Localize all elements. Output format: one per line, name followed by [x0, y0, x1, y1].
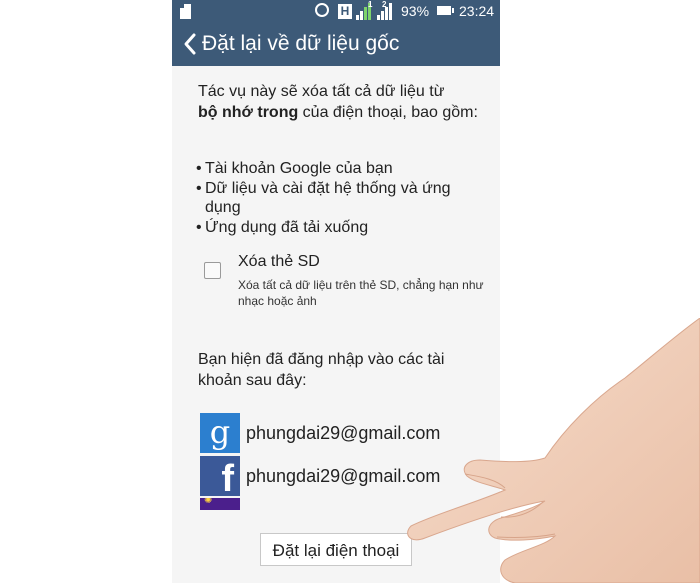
battery-icon [437, 6, 454, 15]
reset-phone-button[interactable]: Đặt lại điện thoại [260, 533, 412, 566]
erase-sd-title: Xóa thẻ SD [238, 253, 320, 270]
google-icon: g [200, 413, 240, 453]
erase-list: Tài khoản Google của bạn Dữ liệu và cài … [196, 159, 486, 237]
yahoo-icon: ✺ [200, 498, 240, 510]
sim2-number: 2 [382, 0, 387, 9]
page-title: Đặt lại về dữ liệu gốc [202, 32, 400, 55]
list-item: Dữ liệu và cài đặt hệ thống và ứng dụng [196, 179, 486, 218]
network-type-badge: H [338, 4, 352, 19]
clock: 23:24 [459, 3, 495, 19]
erase-sd-subtitle: Xóa tất cả dữ liệu trên thẻ SD, chẳng hạ… [238, 278, 484, 308]
app-bar: Đặt lại về dữ liệu gốc [172, 24, 500, 66]
list-item: Ứng dụng đã tải xuống [196, 218, 486, 238]
description-bold: bộ nhớ trong [198, 104, 299, 121]
sd-card-icon [180, 4, 191, 19]
hand-pointer-image [407, 318, 700, 583]
description-rest: của điện thoại, bao gồm: [298, 104, 478, 121]
description-text: Tác vụ này sẽ xóa tất cả dữ liệu từ bộ n… [198, 81, 488, 123]
facebook-icon: f [200, 456, 240, 500]
erase-sd-checkbox[interactable] [204, 262, 221, 279]
battery-percent: 93% [401, 3, 430, 19]
status-bar: H 1 2 93% 23:24 [172, 0, 500, 24]
list-item: Tài khoản Google của bạn [196, 159, 486, 179]
description-line: Tác vụ này sẽ xóa tất cả dữ liệu từ [198, 83, 445, 100]
sim1-number: 1 [368, 0, 373, 9]
alarm-icon [315, 3, 329, 17]
